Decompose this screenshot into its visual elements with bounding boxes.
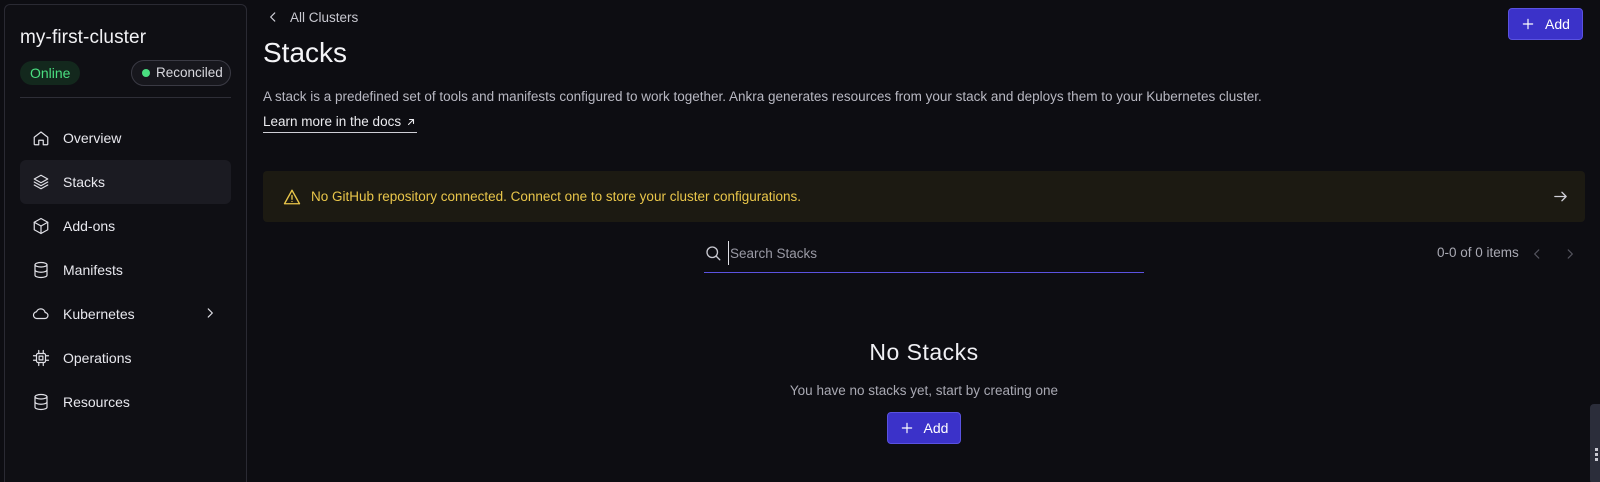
sidebar-item-add-ons[interactable]: Add-ons (20, 204, 231, 248)
sidebar-item-kubernetes[interactable]: Kubernetes (20, 292, 231, 336)
status-badge: Online (20, 61, 81, 85)
reconcile-status-label: Reconciled (156, 65, 223, 80)
chevron-left-icon[interactable] (1530, 247, 1544, 261)
warning-icon (283, 189, 301, 204)
page-title: Stacks (263, 37, 348, 68)
cluster-name: my-first-cluster (20, 27, 147, 48)
page-description: A stack is a predefined set of tools and… (263, 89, 1262, 104)
plus-icon (901, 422, 912, 434)
sidebar-item-manifests[interactable]: Manifests (20, 248, 231, 292)
layers-icon (33, 174, 49, 190)
back-link-label: All Clusters (290, 9, 359, 25)
arrow-right-icon[interactable] (1552, 188, 1569, 205)
search-field (704, 238, 1144, 273)
status-dot (142, 69, 150, 77)
github-warning-banner[interactable]: No GitHub repository connected. Connect … (263, 171, 1585, 222)
external-link-icon (408, 118, 415, 125)
drag-handle-icon (1595, 448, 1598, 462)
sidebar: my-first-cluster Online Reconciled Overv… (4, 4, 247, 482)
empty-state-subtitle: You have no stacks yet, start by creatin… (789, 383, 1059, 398)
warning-text: No GitHub repository connected. Connect … (311, 189, 802, 204)
chevron-right-icon[interactable] (203, 306, 217, 320)
sidebar-nav: Overview Stacks Add-ons Manifests Kubern… (20, 116, 231, 424)
side-panel-handle[interactable] (1590, 404, 1600, 482)
back-to-clusters-link[interactable]: All Clusters (266, 7, 358, 27)
sidebar-item-label: Kubernetes (63, 306, 135, 322)
search-icon (706, 246, 721, 261)
add-stack-button[interactable]: Add (1508, 8, 1583, 40)
sidebar-item-overview[interactable]: Overview (20, 116, 231, 160)
sidebar-divider (20, 97, 231, 98)
sidebar-item-label: Add-ons (63, 218, 116, 234)
docs-link[interactable]: Learn more in the docs (263, 113, 418, 133)
sidebar-item-label: Overview (63, 130, 122, 146)
docs-link-label: Learn more in the docs (263, 114, 402, 129)
chevron-left-icon (270, 12, 276, 22)
cube-icon (33, 217, 49, 235)
add-button-label: Add (1545, 16, 1570, 32)
cloud-icon (32, 308, 49, 320)
plus-icon (1522, 18, 1534, 30)
empty-state-title: No Stacks (869, 339, 979, 365)
add-stack-empty-button[interactable]: Add (887, 412, 961, 444)
add-button-label: Add (923, 420, 949, 436)
database-icon (34, 261, 48, 279)
search-input[interactable] (728, 241, 1128, 265)
sidebar-item-label: Stacks (63, 174, 106, 190)
sidebar-item-stacks[interactable]: Stacks (20, 160, 231, 204)
app-root: my-first-cluster Online Reconciled Overv… (0, 0, 1600, 482)
sidebar-item-label: Manifests (63, 262, 123, 278)
chevron-right-icon[interactable] (1563, 247, 1577, 261)
reconcile-status-badge[interactable]: Reconciled (131, 60, 231, 86)
home-icon (33, 131, 49, 146)
pagination-summary: 0-0 of 0 items (1437, 245, 1519, 260)
